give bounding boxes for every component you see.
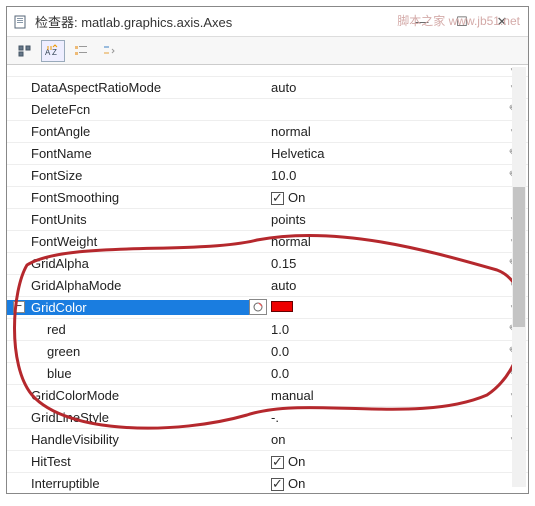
property-name: Interruptible xyxy=(7,476,267,491)
property-name: GridAlphaMode xyxy=(7,278,267,293)
property-value[interactable]: -. xyxy=(267,410,500,425)
property-value[interactable]: manual xyxy=(267,388,500,403)
property-row[interactable]: DeleteFcn✎ xyxy=(7,99,528,121)
property-value[interactable]: Helvetica xyxy=(267,146,500,161)
property-row[interactable]: FontUnitspoints▾ xyxy=(7,209,528,231)
property-name: FontUnits xyxy=(7,212,267,227)
inspector-icon xyxy=(13,14,29,30)
property-row[interactable]: FontSmoothing On xyxy=(7,187,528,209)
property-row[interactable]: GridLineStyle-.▾ xyxy=(7,407,528,429)
property-row[interactable]: FontNameHelvetica✎ xyxy=(7,143,528,165)
property-name: HitTest xyxy=(7,454,267,469)
property-name: green xyxy=(7,344,267,359)
property-value[interactable] xyxy=(267,300,500,315)
property-value[interactable]: normal xyxy=(267,124,500,139)
svg-text:Z: Z xyxy=(52,48,57,57)
property-panel: ▾DataAspectRatioModeauto▾DeleteFcn✎FontA… xyxy=(7,65,528,493)
property-value[interactable]: on xyxy=(267,432,500,447)
property-name: blue xyxy=(7,366,267,381)
property-value[interactable]: On xyxy=(267,454,500,469)
checkbox-label: On xyxy=(288,454,305,469)
property-name: FontWeight xyxy=(7,234,267,249)
property-name: GridLineStyle xyxy=(7,410,267,425)
property-value[interactable]: points xyxy=(267,212,500,227)
scrollbar-thumb[interactable] xyxy=(513,187,525,327)
property-row[interactable]: Interruptible On xyxy=(7,473,528,493)
categorize-button[interactable] xyxy=(69,40,93,62)
color-picker-button[interactable] xyxy=(249,299,267,315)
property-row[interactable]: FontWeightnormal▾ xyxy=(7,231,528,253)
property-row[interactable]: ▾ xyxy=(7,65,528,77)
sort-az-button[interactable]: AZ xyxy=(41,40,65,62)
property-name: GridColor xyxy=(7,300,267,315)
property-row[interactable]: GridAlpha0.15✎ xyxy=(7,253,528,275)
inspector-window: 检查器: matlab.graphics.axis.Axes — ☐ ✕ AZ … xyxy=(6,6,529,494)
property-row[interactable]: green0.0✎ xyxy=(7,341,528,363)
property-row[interactable]: HitTest On xyxy=(7,451,528,473)
property-row[interactable]: FontAnglenormal▾ xyxy=(7,121,528,143)
property-name: HandleVisibility xyxy=(7,432,267,447)
property-value[interactable]: 0.0 xyxy=(267,366,500,381)
property-value[interactable]: auto xyxy=(267,80,500,95)
property-value[interactable]: On xyxy=(267,476,500,491)
checkbox-label: On xyxy=(288,190,305,205)
property-name: DataAspectRatioMode xyxy=(7,80,267,95)
property-name: FontSize xyxy=(7,168,267,183)
property-value[interactable]: auto xyxy=(267,278,500,293)
property-row[interactable]: GridColorModemanual▾ xyxy=(7,385,528,407)
window-title: 检查器: matlab.graphics.axis.Axes xyxy=(35,12,402,31)
property-row[interactable]: −GridColor▾ xyxy=(7,297,528,319)
checkbox-icon[interactable] xyxy=(271,478,284,491)
property-value[interactable]: On xyxy=(267,190,500,205)
property-value[interactable]: 0.0 xyxy=(267,344,500,359)
watermark-text: 脚本之家 www.jb51.net xyxy=(397,15,520,28)
property-row[interactable]: red1.0✎ xyxy=(7,319,528,341)
property-row[interactable]: HandleVisibilityon▾ xyxy=(7,429,528,451)
property-name: red xyxy=(7,322,267,337)
property-row[interactable]: GridAlphaModeauto▾ xyxy=(7,275,528,297)
checkbox-icon[interactable] xyxy=(271,456,284,469)
view-tree-button[interactable] xyxy=(13,40,37,62)
toolbar: AZ xyxy=(7,37,528,65)
property-value[interactable]: normal xyxy=(267,234,500,249)
checkbox-label: On xyxy=(288,476,305,491)
property-name: FontName xyxy=(7,146,267,161)
property-value[interactable]: 0.15 xyxy=(267,256,500,271)
vertical-scrollbar[interactable] xyxy=(512,67,526,487)
property-row[interactable]: FontSize10.0✎ xyxy=(7,165,528,187)
toolbar-sep-button[interactable] xyxy=(97,40,121,62)
property-name: FontAngle xyxy=(7,124,267,139)
property-value[interactable]: 1.0 xyxy=(267,322,500,337)
property-row[interactable]: DataAspectRatioModeauto▾ xyxy=(7,77,528,99)
property-name: DeleteFcn xyxy=(7,102,267,117)
property-name: FontSmoothing xyxy=(7,190,267,205)
checkbox-icon[interactable] xyxy=(271,192,284,205)
color-swatch xyxy=(271,301,293,312)
property-name: GridColorMode xyxy=(7,388,267,403)
expander-icon[interactable]: − xyxy=(13,301,25,313)
property-value[interactable]: 10.0 xyxy=(267,168,500,183)
property-row[interactable]: blue0.0✎ xyxy=(7,363,528,385)
property-name: GridAlpha xyxy=(7,256,267,271)
